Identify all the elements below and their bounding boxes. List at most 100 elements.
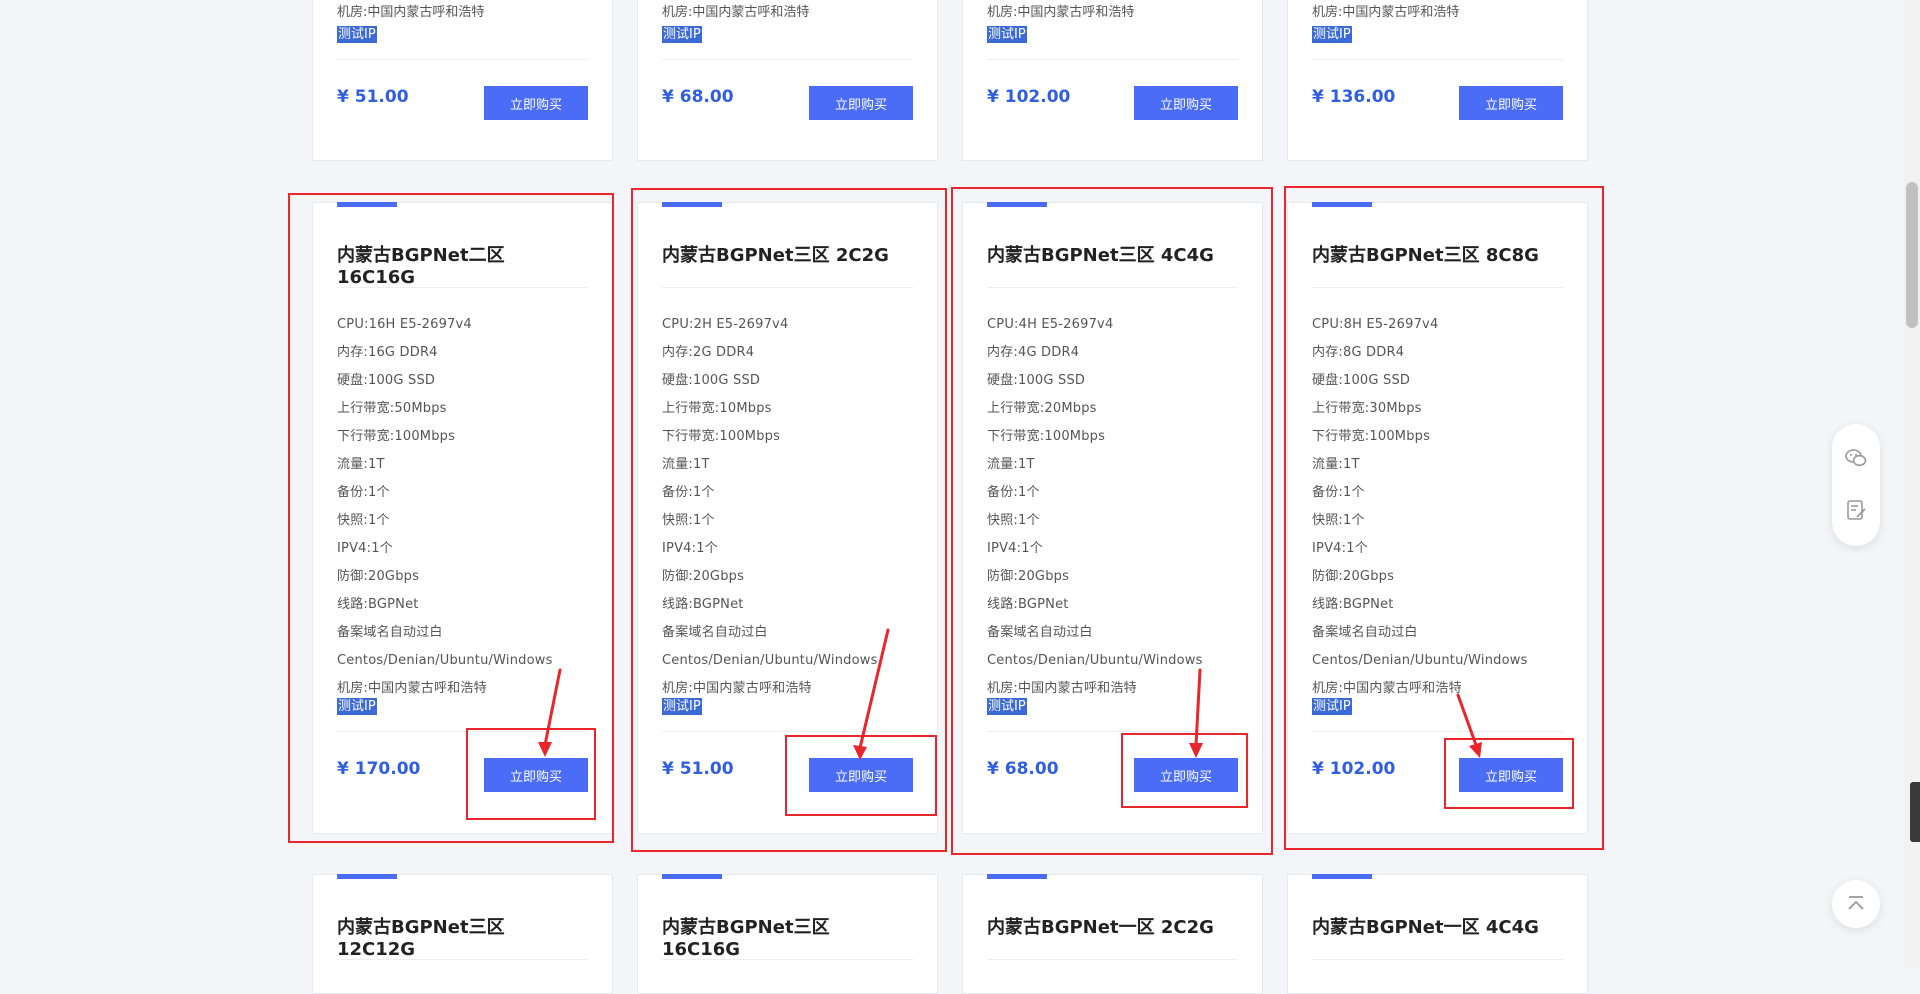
arrow-up-icon	[1848, 896, 1864, 910]
divider	[987, 287, 1238, 288]
spec-item: CPU:4H E5-2697v4	[987, 317, 1114, 332]
plan-card-top-3: 机房:中国内蒙古呼和浩特 测试IP ¥ 102.00 立即购买	[962, 0, 1263, 161]
spec-item: 硬盘:100G SSD	[337, 373, 436, 388]
spec-item: 快照:1个	[987, 513, 1040, 528]
buy-now-button[interactable]: 立即购买	[809, 86, 913, 120]
price: ¥ 68.00	[987, 759, 1059, 779]
spec-item: 快照:1个	[1312, 513, 1365, 528]
card-accent-bar	[337, 874, 397, 879]
spec-item: IPV4:1个	[987, 541, 1043, 556]
plan-title: 内蒙古BGPNet二区 16C16G	[337, 245, 505, 288]
test-ip-link[interactable]: 测试IP	[337, 698, 377, 715]
spec-item: 内存:16G DDR4	[337, 345, 438, 360]
buy-now-button[interactable]: 立即购买	[1134, 86, 1238, 120]
plan-title: 内蒙古BGPNet三区 4C4G	[987, 245, 1214, 266]
spec-item: CPU:16H E5-2697v4	[337, 317, 472, 332]
test-ip-link[interactable]: 测试IP	[337, 26, 377, 43]
spec-list: CPU:16H E5-2697v4 内存:16G DDR4 硬盘:100G SS…	[337, 311, 588, 703]
spec-item: 防御:20Gbps	[337, 569, 420, 584]
spec-item: IPV4:1个	[1312, 541, 1368, 556]
buy-now-button[interactable]: 立即购买	[484, 86, 588, 120]
test-ip-link[interactable]: 测试IP	[662, 698, 702, 715]
spec-item: 线路:BGPNet	[337, 597, 419, 612]
card-accent-bar	[987, 874, 1047, 879]
scrollbar-thumb[interactable]	[1906, 182, 1918, 328]
spec-item: 防御:20Gbps	[662, 569, 745, 584]
card-accent-bar	[1312, 202, 1372, 207]
spec-item: 流量:1T	[662, 457, 710, 472]
divider	[662, 959, 913, 960]
spec-list: CPU:4H E5-2697v4 内存:4G DDR4 硬盘:100G SSD …	[987, 311, 1238, 703]
location-text: 机房:中国内蒙古呼和浩特	[987, 5, 1135, 20]
notes-icon[interactable]	[1844, 498, 1868, 522]
spec-list: CPU:8H E5-2697v4 内存:8G DDR4 硬盘:100G SSD …	[1312, 311, 1563, 703]
location-text: 机房:中国内蒙古呼和浩特	[1312, 5, 1460, 20]
card-accent-bar	[987, 202, 1047, 207]
spec-item: Centos/Denian/Ubuntu/Windows	[337, 653, 553, 668]
test-ip-link[interactable]: 测试IP	[1312, 26, 1352, 43]
back-to-top-button[interactable]	[1832, 880, 1880, 928]
price: ¥ 170.00	[337, 759, 421, 779]
divider	[337, 731, 588, 732]
spec-item: IPV4:1个	[337, 541, 393, 556]
divider	[1312, 731, 1563, 732]
spec-item: 防御:20Gbps	[987, 569, 1070, 584]
spec-item: 备份:1个	[987, 485, 1040, 500]
buy-now-button[interactable]: 立即购买	[1134, 758, 1238, 792]
price: ¥ 102.00	[1312, 759, 1396, 779]
price: ¥ 68.00	[662, 87, 734, 107]
spec-item: Centos/Denian/Ubuntu/Windows	[987, 653, 1203, 668]
test-ip-link[interactable]: 测试IP	[987, 26, 1027, 43]
test-ip-link[interactable]: 测试IP	[1312, 698, 1352, 715]
spec-item: CPU:2H E5-2697v4	[662, 317, 789, 332]
plan-card: 内蒙古BGPNet一区 4C4G	[1287, 874, 1588, 994]
spec-item: 硬盘:100G SSD	[662, 373, 761, 388]
spec-item: IPV4:1个	[662, 541, 718, 556]
edge-widget[interactable]	[1910, 782, 1920, 842]
spec-item: 上行带宽:50Mbps	[337, 401, 447, 416]
plan-title: 内蒙古BGPNet一区 2C2G	[987, 917, 1214, 938]
spec-item: CPU:8H E5-2697v4	[1312, 317, 1439, 332]
plan-card: 内蒙古BGPNet三区 8C8G CPU:8H E5-2697v4 内存:8G …	[1287, 202, 1588, 834]
buy-now-button[interactable]: 立即购买	[484, 758, 588, 792]
price: ¥ 51.00	[662, 759, 734, 779]
buy-now-button[interactable]: 立即购买	[1459, 758, 1563, 792]
buy-now-button[interactable]: 立即购买	[809, 758, 913, 792]
test-ip-link[interactable]: 测试IP	[662, 26, 702, 43]
spec-item: 防御:20Gbps	[1312, 569, 1395, 584]
card-accent-bar	[662, 202, 722, 207]
divider	[662, 59, 913, 60]
card-accent-bar	[1312, 874, 1372, 879]
spec-item: 硬盘:100G SSD	[987, 373, 1086, 388]
divider	[662, 287, 913, 288]
spec-item: 备案域名自动过白	[1312, 625, 1418, 640]
spec-item: 备份:1个	[1312, 485, 1365, 500]
buy-now-button[interactable]: 立即购买	[1459, 86, 1563, 120]
divider	[987, 59, 1238, 60]
plan-title: 内蒙古BGPNet一区 4C4G	[1312, 917, 1539, 938]
wechat-icon[interactable]	[1844, 446, 1868, 470]
divider	[1312, 287, 1563, 288]
plan-title: 内蒙古BGPNet三区 2C2G	[662, 245, 889, 266]
card-accent-bar	[337, 202, 397, 207]
annotation-arrows	[538, 628, 1482, 760]
divider	[337, 959, 588, 960]
spec-item: 下行带宽:100Mbps	[662, 429, 781, 444]
test-ip-link[interactable]: 测试IP	[987, 698, 1027, 715]
spec-item: 备案域名自动过白	[337, 625, 443, 640]
spec-item: 流量:1T	[987, 457, 1035, 472]
spec-list: CPU:2H E5-2697v4 内存:2G DDR4 硬盘:100G SSD …	[662, 311, 913, 703]
plan-card-top-4: 机房:中国内蒙古呼和浩特 测试IP ¥ 136.00 立即购买	[1287, 0, 1588, 161]
location-text: 机房:中国内蒙古呼和浩特	[337, 5, 485, 20]
spec-item: 上行带宽:10Mbps	[662, 401, 772, 416]
spec-item: 下行带宽:100Mbps	[1312, 429, 1431, 444]
plan-card: 内蒙古BGPNet二区 16C16G CPU:16H E5-2697v4 内存:…	[312, 202, 613, 834]
divider	[987, 731, 1238, 732]
divider	[987, 959, 1238, 960]
spec-item: 下行带宽:100Mbps	[337, 429, 456, 444]
plan-card: 内蒙古BGPNet三区 12C12G	[312, 874, 613, 994]
spec-item: 备案域名自动过白	[662, 625, 768, 640]
spec-item: 上行带宽:20Mbps	[987, 401, 1097, 416]
spec-item: 流量:1T	[337, 457, 385, 472]
spec-item: 流量:1T	[1312, 457, 1360, 472]
